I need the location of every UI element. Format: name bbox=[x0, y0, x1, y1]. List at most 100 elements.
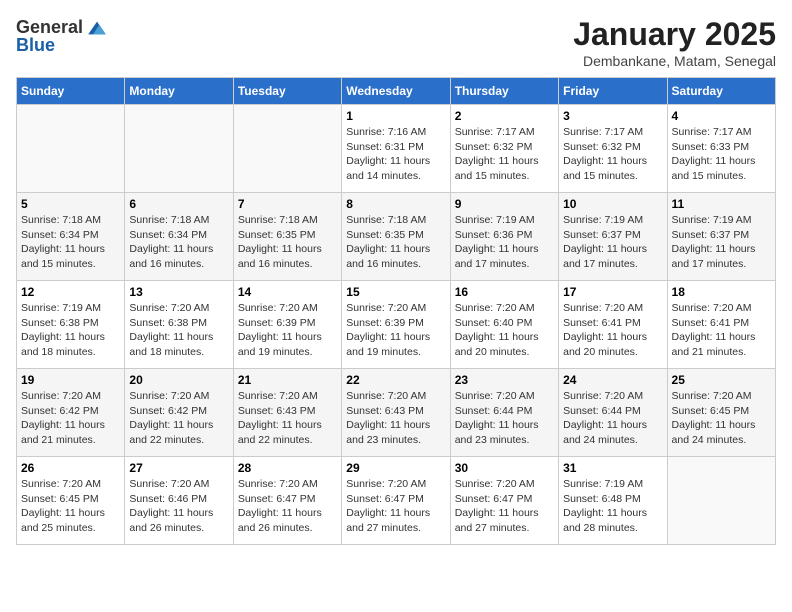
day-info: Sunrise: 7:18 AMSunset: 6:34 PMDaylight:… bbox=[129, 213, 228, 272]
day-info: Sunrise: 7:20 AMSunset: 6:40 PMDaylight:… bbox=[455, 301, 554, 360]
day-number: 13 bbox=[129, 285, 228, 299]
day-number: 8 bbox=[346, 197, 445, 211]
calendar-cell: 17 Sunrise: 7:20 AMSunset: 6:41 PMDayligh… bbox=[559, 281, 667, 369]
weekday-header-thursday: Thursday bbox=[450, 78, 558, 105]
calendar-cell: 13 Sunrise: 7:20 AMSunset: 6:38 PMDayligh… bbox=[125, 281, 233, 369]
calendar-cell: 1 Sunrise: 7:16 AMSunset: 6:31 PMDaylight… bbox=[342, 105, 450, 193]
day-info: Sunrise: 7:20 AMSunset: 6:39 PMDaylight:… bbox=[238, 301, 337, 360]
day-number: 17 bbox=[563, 285, 662, 299]
day-info: Sunrise: 7:20 AMSunset: 6:47 PMDaylight:… bbox=[238, 477, 337, 536]
calendar-week-row: 12 Sunrise: 7:19 AMSunset: 6:38 PMDayligh… bbox=[17, 281, 776, 369]
day-number: 10 bbox=[563, 197, 662, 211]
calendar-cell: 22 Sunrise: 7:20 AMSunset: 6:43 PMDayligh… bbox=[342, 369, 450, 457]
calendar-cell: 29 Sunrise: 7:20 AMSunset: 6:47 PMDayligh… bbox=[342, 457, 450, 545]
day-number: 30 bbox=[455, 461, 554, 475]
calendar-cell: 10 Sunrise: 7:19 AMSunset: 6:37 PMDayligh… bbox=[559, 193, 667, 281]
calendar-table: SundayMondayTuesdayWednesdayThursdayFrid… bbox=[16, 77, 776, 545]
calendar-cell bbox=[125, 105, 233, 193]
weekday-header-saturday: Saturday bbox=[667, 78, 775, 105]
day-number: 15 bbox=[346, 285, 445, 299]
calendar-cell: 26 Sunrise: 7:20 AMSunset: 6:45 PMDayligh… bbox=[17, 457, 125, 545]
calendar-cell: 27Sunrise: 7:20 AMSunset: 6:46 PMDayligh… bbox=[125, 457, 233, 545]
day-info: Sunrise: 7:20 AMSunset: 6:38 PMDaylight:… bbox=[129, 301, 228, 360]
calendar-cell: 21 Sunrise: 7:20 AMSunset: 6:43 PMDayligh… bbox=[233, 369, 341, 457]
day-number: 9 bbox=[455, 197, 554, 211]
day-info: Sunrise: 7:19 AMSunset: 6:38 PMDaylight:… bbox=[21, 301, 120, 360]
calendar-cell: 12 Sunrise: 7:19 AMSunset: 6:38 PMDayligh… bbox=[17, 281, 125, 369]
day-number: 18 bbox=[672, 285, 771, 299]
calendar-cell: 6 Sunrise: 7:18 AMSunset: 6:34 PMDaylight… bbox=[125, 193, 233, 281]
day-number: 4 bbox=[672, 109, 771, 123]
day-info: Sunrise: 7:20 AMSunset: 6:44 PMDaylight:… bbox=[455, 389, 554, 448]
calendar-cell: 8 Sunrise: 7:18 AMSunset: 6:35 PMDaylight… bbox=[342, 193, 450, 281]
calendar-week-row: 19Sunrise: 7:20 AMSunset: 6:42 PMDayligh… bbox=[17, 369, 776, 457]
day-number: 16 bbox=[455, 285, 554, 299]
location-subtitle: Dembankane, Matam, Senegal bbox=[573, 53, 776, 69]
day-info: Sunrise: 7:17 AMSunset: 6:33 PMDaylight:… bbox=[672, 125, 771, 184]
day-info: Sunrise: 7:18 AMSunset: 6:35 PMDaylight:… bbox=[238, 213, 337, 272]
day-info: Sunrise: 7:19 AMSunset: 6:48 PMDaylight:… bbox=[563, 477, 662, 536]
calendar-cell: 24 Sunrise: 7:20 AMSunset: 6:44 PMDayligh… bbox=[559, 369, 667, 457]
day-info: Sunrise: 7:18 AMSunset: 6:35 PMDaylight:… bbox=[346, 213, 445, 272]
day-number: 14 bbox=[238, 285, 337, 299]
day-number: 6 bbox=[129, 197, 228, 211]
day-info: Sunrise: 7:20 AMSunset: 6:43 PMDaylight:… bbox=[238, 389, 337, 448]
day-number: 26 bbox=[21, 461, 120, 475]
calendar-cell: 2Sunrise: 7:17 AMSunset: 6:32 PMDaylight… bbox=[450, 105, 558, 193]
day-number: 29 bbox=[346, 461, 445, 475]
weekday-header-row: SundayMondayTuesdayWednesdayThursdayFrid… bbox=[17, 78, 776, 105]
day-number: 7 bbox=[238, 197, 337, 211]
day-info: Sunrise: 7:20 AMSunset: 6:41 PMDaylight:… bbox=[563, 301, 662, 360]
calendar-cell: 14 Sunrise: 7:20 AMSunset: 6:39 PMDayligh… bbox=[233, 281, 341, 369]
calendar-cell: 28 Sunrise: 7:20 AMSunset: 6:47 PMDayligh… bbox=[233, 457, 341, 545]
day-number: 12 bbox=[21, 285, 120, 299]
day-info: Sunrise: 7:20 AMSunset: 6:45 PMDaylight:… bbox=[21, 477, 120, 536]
day-info: Sunrise: 7:20 AMSunset: 6:42 PMDaylight:… bbox=[129, 389, 228, 448]
day-number: 28 bbox=[238, 461, 337, 475]
calendar-week-row: 5 Sunrise: 7:18 AMSunset: 6:34 PMDaylight… bbox=[17, 193, 776, 281]
day-info: Sunrise: 7:20 AMSunset: 6:46 PMDaylight:… bbox=[129, 477, 228, 536]
day-info: Sunrise: 7:19 AMSunset: 6:37 PMDaylight:… bbox=[563, 213, 662, 272]
day-number: 22 bbox=[346, 373, 445, 387]
day-number: 31 bbox=[563, 461, 662, 475]
calendar-cell: 18 Sunrise: 7:20 AMSunset: 6:41 PMDayligh… bbox=[667, 281, 775, 369]
weekday-header-tuesday: Tuesday bbox=[233, 78, 341, 105]
day-number: 21 bbox=[238, 373, 337, 387]
weekday-header-sunday: Sunday bbox=[17, 78, 125, 105]
calendar-cell: 4 Sunrise: 7:17 AMSunset: 6:33 PMDaylight… bbox=[667, 105, 775, 193]
calendar-cell: 31 Sunrise: 7:19 AMSunset: 6:48 PMDayligh… bbox=[559, 457, 667, 545]
calendar-week-row: 26 Sunrise: 7:20 AMSunset: 6:45 PMDayligh… bbox=[17, 457, 776, 545]
day-info: Sunrise: 7:20 AMSunset: 6:47 PMDaylight:… bbox=[346, 477, 445, 536]
weekday-header-friday: Friday bbox=[559, 78, 667, 105]
day-number: 25 bbox=[672, 373, 771, 387]
calendar-cell: 5 Sunrise: 7:18 AMSunset: 6:34 PMDaylight… bbox=[17, 193, 125, 281]
day-number: 5 bbox=[21, 197, 120, 211]
day-info: Sunrise: 7:18 AMSunset: 6:34 PMDaylight:… bbox=[21, 213, 120, 272]
day-info: Sunrise: 7:19 AMSunset: 6:37 PMDaylight:… bbox=[672, 213, 771, 272]
calendar-cell: 11 Sunrise: 7:19 AMSunset: 6:37 PMDayligh… bbox=[667, 193, 775, 281]
calendar-cell bbox=[17, 105, 125, 193]
page-header: General Blue January 2025 Dembankane, Ma… bbox=[16, 16, 776, 69]
day-info: Sunrise: 7:20 AMSunset: 6:39 PMDaylight:… bbox=[346, 301, 445, 360]
day-number: 11 bbox=[672, 197, 771, 211]
calendar-cell bbox=[667, 457, 775, 545]
day-number: 23 bbox=[455, 373, 554, 387]
calendar-cell: 23 Sunrise: 7:20 AMSunset: 6:44 PMDayligh… bbox=[450, 369, 558, 457]
day-info: Sunrise: 7:20 AMSunset: 6:44 PMDaylight:… bbox=[563, 389, 662, 448]
calendar-cell: 19Sunrise: 7:20 AMSunset: 6:42 PMDayligh… bbox=[17, 369, 125, 457]
calendar-cell: 20 Sunrise: 7:20 AMSunset: 6:42 PMDayligh… bbox=[125, 369, 233, 457]
day-info: Sunrise: 7:17 AMSunset: 6:32 PMDaylight:… bbox=[563, 125, 662, 184]
day-number: 1 bbox=[346, 109, 445, 123]
calendar-cell: 3Sunrise: 7:17 AMSunset: 6:32 PMDaylight… bbox=[559, 105, 667, 193]
day-number: 24 bbox=[563, 373, 662, 387]
day-info: Sunrise: 7:17 AMSunset: 6:32 PMDaylight:… bbox=[455, 125, 554, 184]
day-number: 20 bbox=[129, 373, 228, 387]
calendar-cell: 25Sunrise: 7:20 AMSunset: 6:45 PMDayligh… bbox=[667, 369, 775, 457]
calendar-cell: 9 Sunrise: 7:19 AMSunset: 6:36 PMDaylight… bbox=[450, 193, 558, 281]
day-info: Sunrise: 7:16 AMSunset: 6:31 PMDaylight:… bbox=[346, 125, 445, 184]
title-block: January 2025 Dembankane, Matam, Senegal bbox=[573, 16, 776, 69]
day-info: Sunrise: 7:20 AMSunset: 6:43 PMDaylight:… bbox=[346, 389, 445, 448]
day-info: Sunrise: 7:19 AMSunset: 6:36 PMDaylight:… bbox=[455, 213, 554, 272]
day-info: Sunrise: 7:20 AMSunset: 6:41 PMDaylight:… bbox=[672, 301, 771, 360]
day-info: Sunrise: 7:20 AMSunset: 6:42 PMDaylight:… bbox=[21, 389, 120, 448]
